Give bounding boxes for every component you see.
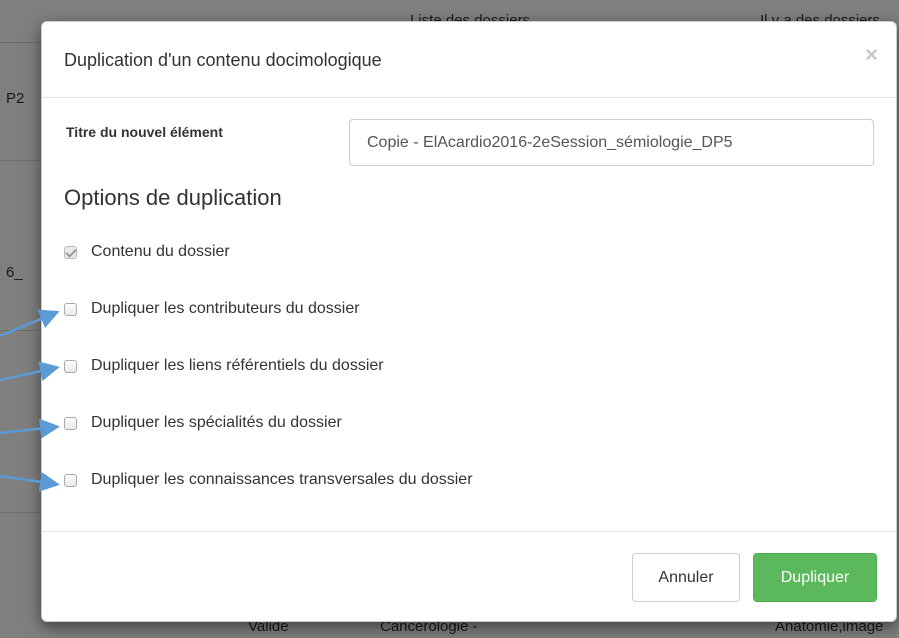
cancel-button[interactable]: Annuler	[632, 553, 740, 602]
checkbox-specialties[interactable]	[64, 416, 77, 430]
checkbox-folder-content	[64, 245, 77, 259]
option-folder-content: Contenu du dossier	[64, 242, 230, 262]
new-title-input[interactable]	[349, 119, 874, 166]
option-specialties[interactable]: Dupliquer les spécialités du dossier	[64, 413, 342, 433]
close-icon[interactable]: ×	[865, 44, 878, 66]
option-label: Contenu du dossier	[91, 243, 230, 260]
option-label[interactable]: Dupliquer les spécialités du dossier	[91, 414, 342, 432]
duplicate-button[interactable]: Dupliquer	[753, 553, 877, 602]
modal-header: Duplication d'un contenu docimologique ×	[42, 22, 896, 98]
title-field-label: Titre du nouvel élément	[66, 124, 223, 140]
option-transversal-knowledge[interactable]: Dupliquer les connaissances transversale…	[64, 470, 473, 490]
option-label[interactable]: Dupliquer les liens référentiels du doss…	[91, 357, 384, 375]
modal-title: Duplication d'un contenu docimologique	[64, 50, 382, 70]
option-referential-links[interactable]: Dupliquer les liens référentiels du doss…	[64, 356, 384, 376]
option-contributors[interactable]: Dupliquer les contributeurs du dossier	[64, 299, 360, 319]
duplication-modal: Duplication d'un contenu docimologique ×…	[41, 21, 897, 622]
checkbox-transversal-knowledge[interactable]	[64, 473, 77, 487]
option-label[interactable]: Dupliquer les connaissances transversale…	[91, 471, 473, 489]
options-section-title: Options de duplication	[64, 185, 282, 210]
checkbox-contributors[interactable]	[64, 302, 77, 316]
option-label[interactable]: Dupliquer les contributeurs du dossier	[91, 300, 360, 318]
checkbox-referential-links[interactable]	[64, 359, 77, 373]
